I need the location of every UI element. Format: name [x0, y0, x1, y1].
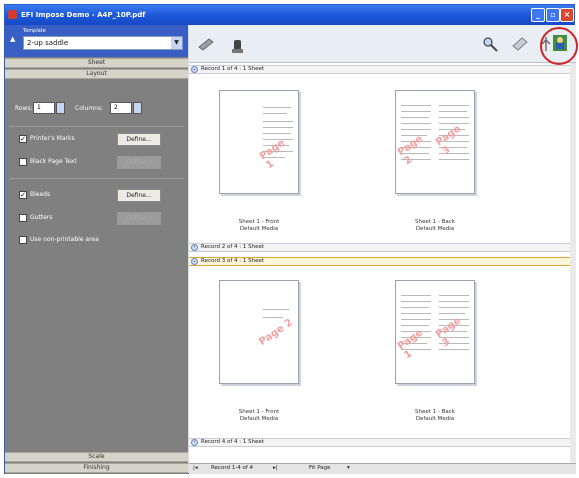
rows-spinner[interactable] [56, 102, 65, 114]
vertical-scrollbar[interactable] [570, 63, 576, 463]
page-label: Page 2 [257, 317, 295, 348]
record-label: Record 3 of 4 : 1 Sheet [201, 258, 265, 264]
columns-label: Columns: [75, 105, 104, 112]
record-header[interactable]: ⌄ Record 3 of 4 : 1 Sheet [189, 257, 576, 266]
use-non-printable-label: Use non-printable area [30, 236, 99, 243]
app-icon [8, 10, 17, 19]
page-thumbnail: Page 1 [258, 97, 297, 189]
black-page-text-checkbox[interactable] [19, 158, 27, 166]
record-label: Record 1 of 4 : 1 Sheet [201, 66, 265, 72]
section-sheet[interactable]: Sheet [5, 58, 188, 68]
printer-icon[interactable] [511, 35, 529, 53]
sheet-caption: Sheet 1 - Front Default Media [204, 219, 314, 233]
printers-marks-label: Printer's Marks [30, 135, 75, 142]
stapler-icon[interactable] [197, 35, 215, 53]
gutters-checkbox[interactable] [19, 214, 27, 222]
page-thumbnail [223, 287, 259, 379]
page-thumbnail: Page 1 [395, 287, 435, 379]
next-record-button[interactable]: ▸| [273, 464, 278, 473]
expand-icon[interactable]: › [191, 244, 198, 251]
page-thumbnail: Page 2 [257, 287, 297, 379]
app-window: EFI Impose Demo - A4P_10P.pdf _ ▫ × Temp… [4, 4, 578, 474]
window-title: EFI Impose Demo - A4P_10P.pdf [21, 11, 146, 19]
page-thumbnail: Page 3 [433, 97, 473, 189]
printers-marks-checkbox[interactable]: ✓ [19, 135, 27, 143]
sheet-title: Sheet 1 - Front [238, 219, 280, 225]
sheet-media: Default Media [415, 226, 455, 232]
template-label: Template [23, 28, 46, 34]
page-thumbnail [223, 97, 259, 189]
sheet-media: Default Media [239, 226, 279, 232]
maximize-button[interactable]: ▫ [546, 8, 560, 22]
expand-icon[interactable]: › [191, 439, 198, 446]
record-label: Record 4 of 4 : 1 Sheet [201, 439, 265, 445]
page-thumbnail: Page 3 [434, 287, 473, 379]
black-page-text-label: Black Page Text [30, 158, 77, 165]
minimize-button[interactable]: _ [531, 8, 545, 22]
left-panel: Template ▲ 2-up saddle ▼ Sheet Layout Ro… [5, 25, 188, 474]
use-non-printable-checkbox[interactable] [19, 236, 27, 244]
chevron-down-icon[interactable]: ▼ [171, 37, 182, 49]
chevron-down-icon[interactable]: ▾ [347, 464, 350, 473]
sheet-preview[interactable]: Page 1 Page 3 [395, 280, 475, 384]
sheet-caption: Sheet 1 - Back Default Media [380, 409, 490, 423]
template-header: Template ▲ 2-up saddle ▼ [5, 25, 188, 57]
page-label: Page 3 [433, 123, 463, 158]
columns-spinner[interactable] [133, 102, 142, 114]
divider [9, 126, 184, 127]
sheet-media: Default Media [239, 416, 279, 422]
template-select[interactable]: 2-up saddle ▼ [23, 36, 183, 50]
sheet-caption: Sheet 1 - Back Default Media [380, 219, 490, 233]
record-header[interactable]: › Record 2 of 4 : 1 Sheet [189, 243, 576, 252]
template-value: 2-up saddle [27, 39, 69, 47]
divider [9, 178, 184, 179]
prev-record-button[interactable]: |◂ [193, 464, 198, 473]
zoom-icon[interactable] [481, 35, 499, 53]
bleeds-define-button[interactable]: Define... [117, 189, 161, 202]
page-thumbnail: Page 2 [396, 97, 435, 189]
section-scale[interactable]: Scale [5, 452, 188, 462]
record-range: Record 1-4 of 4 [211, 465, 254, 471]
gutters-label: Gutters [30, 214, 53, 221]
toolbar [189, 25, 576, 63]
title-bar: EFI Impose Demo - A4P_10P.pdf _ ▫ × [5, 5, 574, 25]
zoom-select[interactable]: Fit Page [309, 464, 331, 473]
gutters-define-button[interactable]: Define... [117, 212, 161, 225]
sheet-title: Sheet 1 - Back [415, 219, 455, 225]
rows-label: Rows: [15, 105, 33, 112]
bleeds-label: Bleeds [30, 191, 51, 198]
sheet-media: Default Media [415, 416, 455, 422]
sheet-preview[interactable]: Page 2 Page 3 [395, 90, 475, 194]
sheet-title: Sheet 1 - Back [415, 409, 455, 415]
columns-input[interactable]: 2 [110, 102, 132, 114]
record-label: Record 2 of 4 : 1 Sheet [201, 244, 265, 250]
sheet-title: Sheet 1 - Front [238, 409, 280, 415]
highlight-circle [540, 27, 578, 65]
close-button[interactable]: × [560, 8, 574, 22]
record-header[interactable]: ⌄ Record 1 of 4 : 1 Sheet [189, 65, 576, 74]
printers-marks-define-button[interactable]: Define... [117, 133, 161, 146]
rows-input[interactable]: 1 [33, 102, 55, 114]
page-label: Page 1 [395, 327, 425, 362]
preview-area: ⌄ Record 1 of 4 : 1 Sheet Page 1 Sheet 1… [189, 63, 576, 463]
collapse-icon[interactable]: ⌄ [191, 66, 198, 73]
bleeds-checkbox[interactable]: ✓ [19, 191, 27, 199]
sheet-caption: Sheet 1 - Front Default Media [204, 409, 314, 423]
sheet-preview[interactable]: Page 2 [219, 280, 299, 384]
black-page-text-define-button[interactable]: Define... [117, 156, 161, 169]
sheet-preview[interactable]: Page 1 [219, 90, 299, 194]
section-layout[interactable]: Layout [5, 69, 188, 79]
status-bar: |◂ Record 1-4 of 4 ▸| Fit Page ▾ [189, 463, 576, 474]
record-header[interactable]: › Record 4 of 4 : 1 Sheet [189, 438, 576, 447]
punch-icon[interactable] [229, 37, 247, 55]
template-arrow-icon[interactable]: ▲ [10, 35, 15, 43]
section-finishing[interactable]: Finishing [5, 463, 188, 473]
collapse-icon[interactable]: ⌄ [191, 258, 198, 265]
